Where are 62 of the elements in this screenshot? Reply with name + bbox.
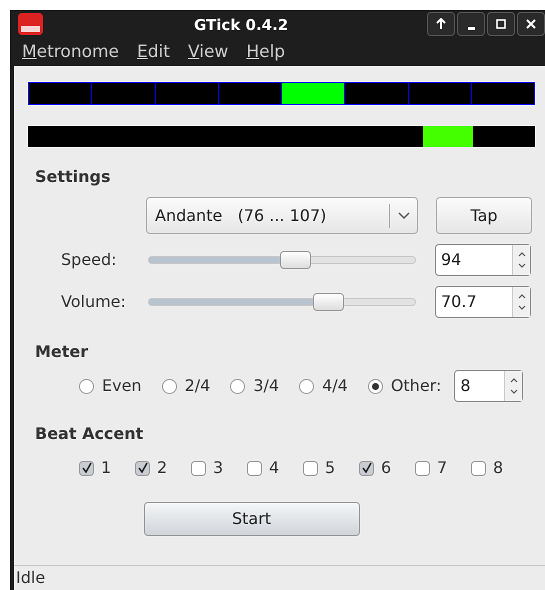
spin-field[interactable]: 94: [435, 244, 531, 276]
radio-button[interactable]: [162, 378, 177, 394]
spin-value: 70.7: [440, 291, 478, 313]
checkbox-option[interactable]: 8: [471, 456, 527, 480]
checkbox[interactable]: [247, 460, 262, 476]
menu-item[interactable]: View: [188, 40, 228, 64]
tap-button[interactable]: Tap: [436, 197, 532, 234]
checkbox-option[interactable]: 6: [359, 456, 415, 480]
checkbox[interactable]: [303, 460, 318, 476]
status-text: Idle: [16, 567, 46, 589]
close-button[interactable]: [517, 12, 545, 36]
close-icon: [525, 18, 537, 30]
slider[interactable]: [148, 293, 416, 311]
window-title: GTick 0.4.2: [194, 15, 288, 36]
slider-thumb[interactable]: [312, 293, 344, 311]
checkbox[interactable]: [135, 460, 150, 476]
checkbox-option[interactable]: 5: [303, 456, 359, 480]
radio-option[interactable]: Even: [79, 374, 142, 398]
menu-item[interactable]: Edit: [137, 40, 170, 64]
section-heading: Beat Accent: [35, 423, 144, 445]
tempo-dropdown[interactable]: Andante (76 ... 107): [146, 197, 418, 234]
arrow-up-icon: [435, 18, 447, 30]
raise-button[interactable]: [427, 12, 455, 36]
spin-value: 8: [459, 375, 472, 397]
slider-thumb[interactable]: [280, 251, 312, 269]
start-button[interactable]: Start: [144, 502, 360, 536]
slider-label: Volume:: [60, 291, 127, 313]
checkbox-option[interactable]: 1: [79, 456, 135, 480]
menu-item[interactable]: Metronome: [22, 40, 120, 64]
minimize-icon: [468, 26, 474, 30]
slider[interactable]: [148, 251, 416, 269]
radio-option[interactable]: 2/4: [162, 374, 210, 398]
radio-option[interactable]: 4/4: [299, 374, 348, 398]
maximize-button[interactable]: [487, 12, 515, 36]
minimize-button[interactable]: [457, 12, 485, 36]
section-heading: Settings: [35, 166, 112, 188]
radio-button[interactable]: [299, 378, 314, 394]
radio-button[interactable]: [368, 378, 383, 394]
slider-label: Speed:: [60, 249, 118, 271]
spin-arrows-icon[interactable]: [504, 371, 522, 401]
checkbox[interactable]: [415, 460, 430, 476]
checkbox[interactable]: [471, 460, 486, 476]
spin-arrows-icon[interactable]: [512, 287, 530, 317]
radio-button[interactable]: [79, 378, 94, 394]
menu-item[interactable]: Help: [246, 40, 286, 64]
app-logo-icon: [18, 13, 43, 35]
checkbox-option[interactable]: 2: [135, 456, 191, 480]
spin-field[interactable]: 8: [454, 370, 524, 402]
checkbox-option[interactable]: 3: [191, 456, 247, 480]
checkbox-option[interactable]: 7: [415, 456, 471, 480]
checkbox-option[interactable]: 4: [247, 456, 303, 480]
checkbox[interactable]: [359, 460, 374, 476]
spin-arrows-icon[interactable]: [512, 245, 530, 275]
checkbox[interactable]: [79, 460, 94, 476]
maximize-icon: [495, 18, 507, 30]
spin-field[interactable]: 70.7: [435, 286, 531, 318]
radio-option[interactable]: Other:: [368, 374, 442, 398]
radio-button[interactable]: [230, 378, 246, 394]
checkbox[interactable]: [191, 460, 206, 476]
section-heading: Meter: [35, 341, 90, 363]
spin-value: 94: [440, 249, 462, 271]
radio-option[interactable]: 3/4: [230, 374, 280, 398]
